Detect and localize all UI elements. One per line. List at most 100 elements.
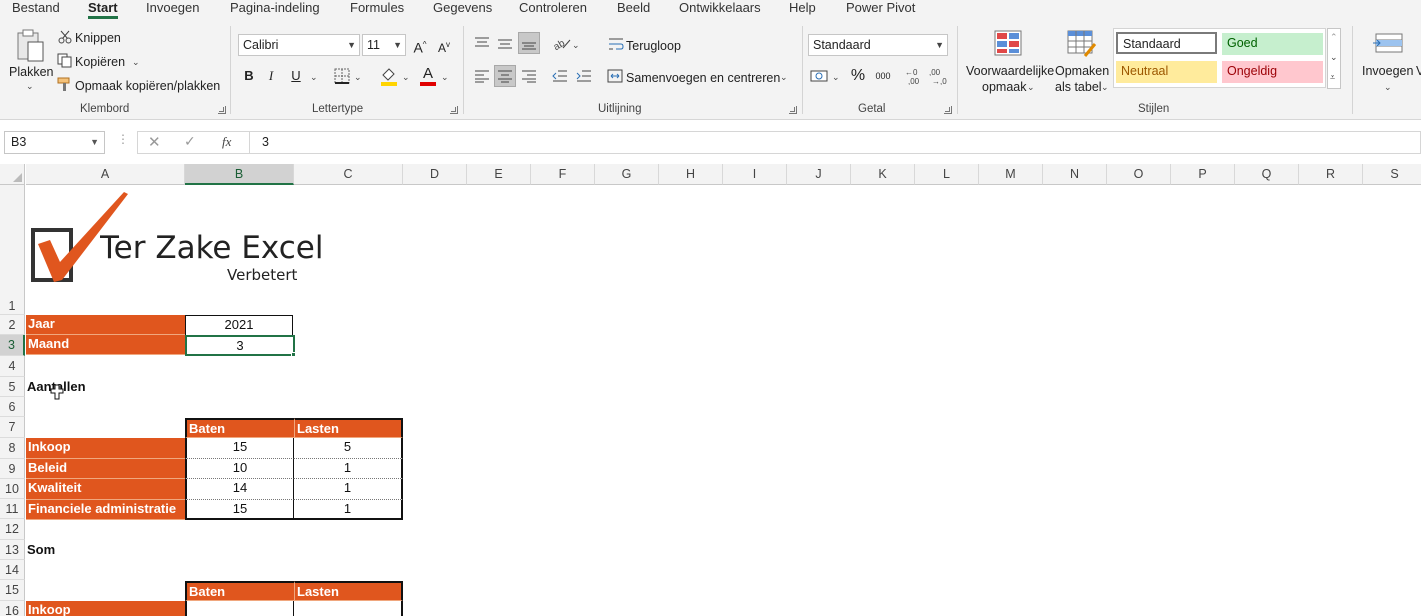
increase-decimal-icon[interactable]: ←0,00 — [904, 67, 924, 85]
insert-function-icon[interactable]: fx — [222, 134, 231, 150]
table1-cell-lasten[interactable]: 5 — [294, 438, 403, 459]
row-header-4[interactable]: 4 — [0, 356, 25, 377]
table1-cell-baten[interactable]: 14 — [185, 479, 294, 500]
table2-cell-baten[interactable] — [185, 601, 294, 616]
fill-color-icon[interactable] — [380, 66, 398, 86]
style-goed[interactable]: Goed — [1222, 33, 1323, 55]
cell-a3[interactable]: Maand — [26, 335, 185, 355]
currency-icon[interactable] — [810, 68, 830, 84]
column-header-h[interactable]: H — [659, 164, 723, 185]
align-top-icon[interactable] — [474, 36, 490, 50]
italic-button[interactable]: I — [260, 65, 282, 87]
name-box[interactable]: B3 ▼ — [4, 131, 105, 154]
font-name-select[interactable]: Calibri ▼ — [238, 34, 360, 56]
orientation-icon[interactable]: ab — [553, 36, 571, 50]
tab-help[interactable]: Help — [789, 0, 816, 20]
tab-power-pivot[interactable]: Power Pivot — [846, 0, 915, 20]
insert-cells-button[interactable]: Invoegen V ⌄ — [1358, 30, 1421, 100]
thousands-separator-button[interactable]: 000 — [872, 65, 894, 87]
chevron-down-icon[interactable]: ⌄ — [402, 72, 410, 82]
chevron-down-icon[interactable]: ⌄ — [354, 72, 362, 82]
align-left-icon[interactable] — [474, 69, 490, 83]
align-bottom-button[interactable] — [518, 32, 540, 54]
row-header-13[interactable]: 13 — [0, 540, 25, 560]
chevron-down-icon[interactable]: ⌄ — [780, 72, 788, 82]
wrap-text-button[interactable]: Terugloop — [626, 39, 681, 53]
font-size-select[interactable]: 11 ▼ — [362, 34, 406, 56]
row-header-6[interactable]: 6 — [0, 397, 25, 417]
tab-ontwikkelaars[interactable]: Ontwikkelaars — [679, 0, 761, 20]
tab-formules[interactable]: Formules — [350, 0, 404, 20]
row-header-2[interactable]: 2 — [0, 315, 25, 335]
cell-b3-selected[interactable]: 3 — [185, 335, 295, 356]
getal-launcher-icon[interactable] — [944, 106, 952, 114]
chevron-down-icon[interactable]: ⌄ — [572, 40, 580, 50]
chevron-up-icon[interactable]: ⌃ — [1330, 32, 1338, 42]
column-header-q[interactable]: Q — [1235, 164, 1299, 185]
chevron-down-icon[interactable]: ⌄ — [441, 72, 449, 82]
column-header-p[interactable]: P — [1171, 164, 1235, 185]
chevron-down-icon[interactable]: ⌄ — [310, 72, 318, 82]
tab-controleren[interactable]: Controleren — [519, 0, 587, 20]
column-header-e[interactable]: E — [467, 164, 531, 185]
increase-indent-icon[interactable] — [576, 69, 592, 83]
table2-header-baten[interactable]: Baten — [185, 581, 294, 601]
style-ongeldig[interactable]: Ongeldig — [1222, 61, 1323, 83]
table1-header-baten[interactable]: Baten — [185, 418, 294, 438]
column-header-l[interactable]: L — [915, 164, 979, 185]
table1-cell-baten[interactable]: 15 — [185, 438, 294, 459]
table1-cell-lasten[interactable]: 1 — [294, 458, 403, 479]
table1-row-label[interactable]: Kwaliteit — [26, 479, 185, 500]
cell-b2[interactable]: 2021 — [185, 315, 293, 335]
cancel-icon[interactable]: ✕ — [148, 133, 161, 151]
chevron-down-icon[interactable]: ⌄ — [832, 72, 840, 82]
column-header-a[interactable]: A — [26, 164, 185, 185]
conditional-formatting-button[interactable]: Voorwaardelijke opmaak ⌄ — [964, 30, 1054, 100]
table2-row-label[interactable]: Inkoop — [26, 601, 185, 616]
row-header-9[interactable]: 9 — [0, 459, 25, 479]
select-all-corner[interactable] — [0, 164, 25, 185]
tab-invoegen[interactable]: Invoegen — [146, 0, 200, 20]
column-header-f[interactable]: F — [531, 164, 595, 185]
shrink-font-button[interactable]: Av — [433, 34, 455, 56]
klembord-launcher-icon[interactable] — [218, 106, 226, 114]
style-standaard[interactable]: Standaard — [1116, 32, 1217, 54]
cut-button[interactable]: Knippen — [75, 31, 121, 45]
row-header-11[interactable]: 11 — [0, 499, 25, 519]
table1-row-label[interactable]: Financiele administratie — [26, 499, 185, 520]
chevron-down-icon[interactable]: ⌄ — [132, 57, 140, 67]
align-middle-icon[interactable] — [497, 36, 513, 50]
column-header-j[interactable]: J — [787, 164, 851, 185]
paste-button[interactable]: Plakken ⌄ — [6, 28, 53, 98]
align-center-button[interactable] — [494, 65, 516, 87]
copy-button[interactable]: Kopiëren — [75, 55, 125, 69]
table1-row-label[interactable]: Inkoop — [26, 438, 185, 459]
fill-handle[interactable] — [291, 352, 296, 357]
tab-beeld[interactable]: Beeld — [617, 0, 650, 20]
uitlijning-launcher-icon[interactable] — [789, 106, 797, 114]
table2-header-lasten[interactable]: Lasten — [294, 581, 403, 601]
format-painter-button[interactable]: Opmaak kopiëren/plakken — [75, 79, 220, 93]
row-header-15[interactable]: 15 — [0, 580, 25, 601]
chevron-down-icon[interactable]: ⌄ — [1330, 52, 1338, 62]
table1-cell-baten[interactable]: 15 — [185, 499, 294, 520]
row-header-12[interactable]: 12 — [0, 519, 25, 540]
confirm-icon[interactable]: ✓ — [184, 133, 196, 150]
row-header-7[interactable]: 7 — [0, 417, 25, 438]
grow-font-button[interactable]: A^ — [409, 34, 431, 56]
decrease-decimal-icon[interactable]: ,00→,0 — [928, 67, 948, 85]
underline-button[interactable]: U — [285, 65, 307, 87]
decrease-indent-icon[interactable] — [552, 69, 568, 83]
column-header-d[interactable]: D — [403, 164, 467, 185]
table1-row-label[interactable]: Beleid — [26, 458, 185, 479]
style-neutraal[interactable]: Neutraal — [1116, 61, 1217, 83]
bold-button[interactable]: B — [238, 65, 260, 87]
merge-center-button[interactable]: Samenvoegen en centreren — [626, 71, 780, 85]
table2-cell-lasten[interactable] — [294, 601, 403, 616]
column-header-g[interactable]: G — [595, 164, 659, 185]
row-header-10[interactable]: 10 — [0, 479, 25, 499]
column-header-o[interactable]: O — [1107, 164, 1171, 185]
more-styles-icon[interactable]: ⩡ — [1330, 72, 1335, 82]
column-header-c[interactable]: C — [294, 164, 403, 185]
row-header-8[interactable]: 8 — [0, 438, 25, 459]
